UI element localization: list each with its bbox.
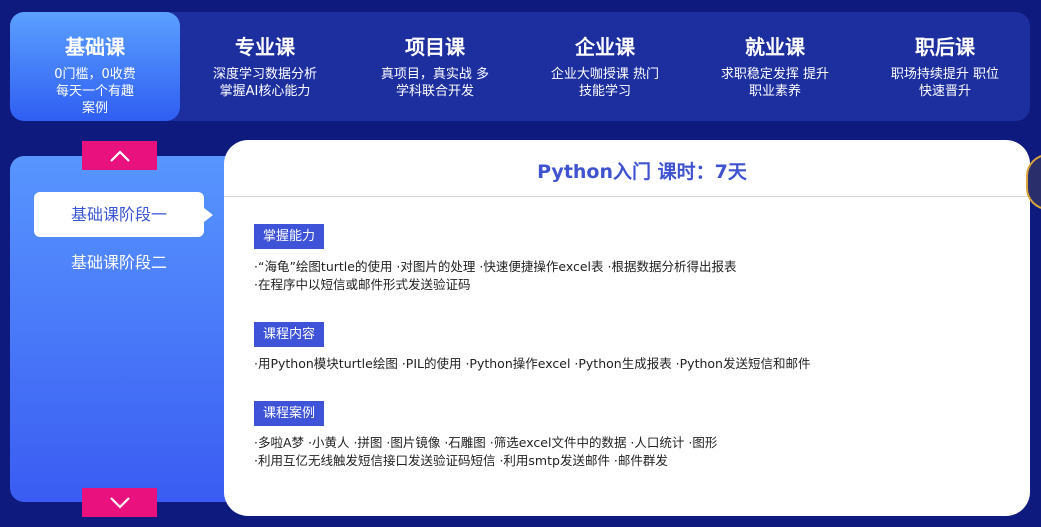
section-text-ability: ·“海龟”绘图turtle的使用 ·对图片的处理 ·快速便捷操作excel表 ·…	[254, 258, 1014, 294]
tab-desc: 求职稳定发挥 提升职业素养	[720, 67, 830, 99]
tab-desc: 企业大咖授课 热门技能学习	[550, 67, 660, 99]
section-line: ·利用互亿无线触发短信接口发送验证码短信 ·利用smtp发送邮件 ·邮件群发	[254, 453, 668, 468]
tab-enterprise[interactable]: 企业课 企业大咖授课 热门技能学习	[520, 12, 690, 121]
course-title: Python入门 课时：7天	[537, 161, 747, 183]
section-line: ·用Python模块turtle绘图 ·PIL的使用 ·Python操作exce…	[254, 356, 811, 371]
section-tag-ability: 掌握能力	[254, 224, 325, 249]
tab-title: 就业课	[745, 35, 805, 59]
tab-desc: 0门槛，0收费 每天一个有趣案例	[54, 67, 136, 116]
tab-basic[interactable]: 基础课 0门槛，0收费 每天一个有趣案例	[10, 12, 180, 121]
tab-title: 项目课	[405, 35, 465, 59]
stage-list-panel: 基础课阶段一 基础课阶段二	[10, 156, 250, 502]
course-detail-card: Python入门 课时：7天 掌握能力 ·“海龟”绘图turtle的使用 ·对图…	[224, 140, 1030, 516]
tab-title: 专业课	[235, 35, 295, 59]
tab-post-employment[interactable]: 职后课 职场持续提升 职位快速晋升	[860, 12, 1030, 121]
scroll-up-button[interactable]	[82, 141, 157, 170]
stage-item-1[interactable]: 基础课阶段一	[34, 192, 213, 237]
chevron-up-icon	[109, 149, 130, 162]
section-text-cases: ·多啦A梦 ·小黄人 ·拼图 ·图片镜像 ·石雕图 ·筛选excel文件中的数据…	[254, 434, 1014, 470]
scroll-down-button[interactable]	[82, 488, 157, 517]
tab-employment[interactable]: 就业课 求职稳定发挥 提升职业素养	[690, 12, 860, 121]
divider	[224, 196, 1030, 197]
section-text-content: ·用Python模块turtle绘图 ·PIL的使用 ·Python操作exce…	[254, 355, 1014, 373]
chevron-down-icon	[109, 496, 130, 509]
course-category-tabs: 基础课 0门槛，0收费 每天一个有趣案例 专业课 深度学习数据分析 掌握AI核心…	[10, 12, 1030, 121]
section-tag-cases: 课程案例	[254, 401, 325, 426]
tab-desc: 职场持续提升 职位快速晋升	[890, 67, 1000, 99]
tab-title: 职后课	[915, 35, 975, 59]
tab-professional[interactable]: 专业课 深度学习数据分析 掌握AI核心能力	[180, 12, 350, 121]
tab-title: 基础课	[65, 35, 125, 59]
section-line: ·在程序中以短信或邮件形式发送验证码	[254, 277, 471, 292]
stage-item-2[interactable]: 基础课阶段二	[34, 240, 204, 285]
tab-title: 企业课	[575, 35, 635, 59]
section-line: ·多啦A梦 ·小黄人 ·拼图 ·图片镜像 ·石雕图 ·筛选excel文件中的数据…	[254, 435, 718, 450]
section-tag-content: 课程内容	[254, 322, 325, 347]
tab-project[interactable]: 项目课 真项目，真实战 多学科联合开发	[350, 12, 520, 121]
tab-desc: 真项目，真实战 多学科联合开发	[380, 67, 490, 99]
section-line: ·“海龟”绘图turtle的使用 ·对图片的处理 ·快速便捷操作excel表 ·…	[254, 259, 737, 274]
tab-desc: 深度学习数据分析 掌握AI核心能力	[212, 67, 317, 99]
